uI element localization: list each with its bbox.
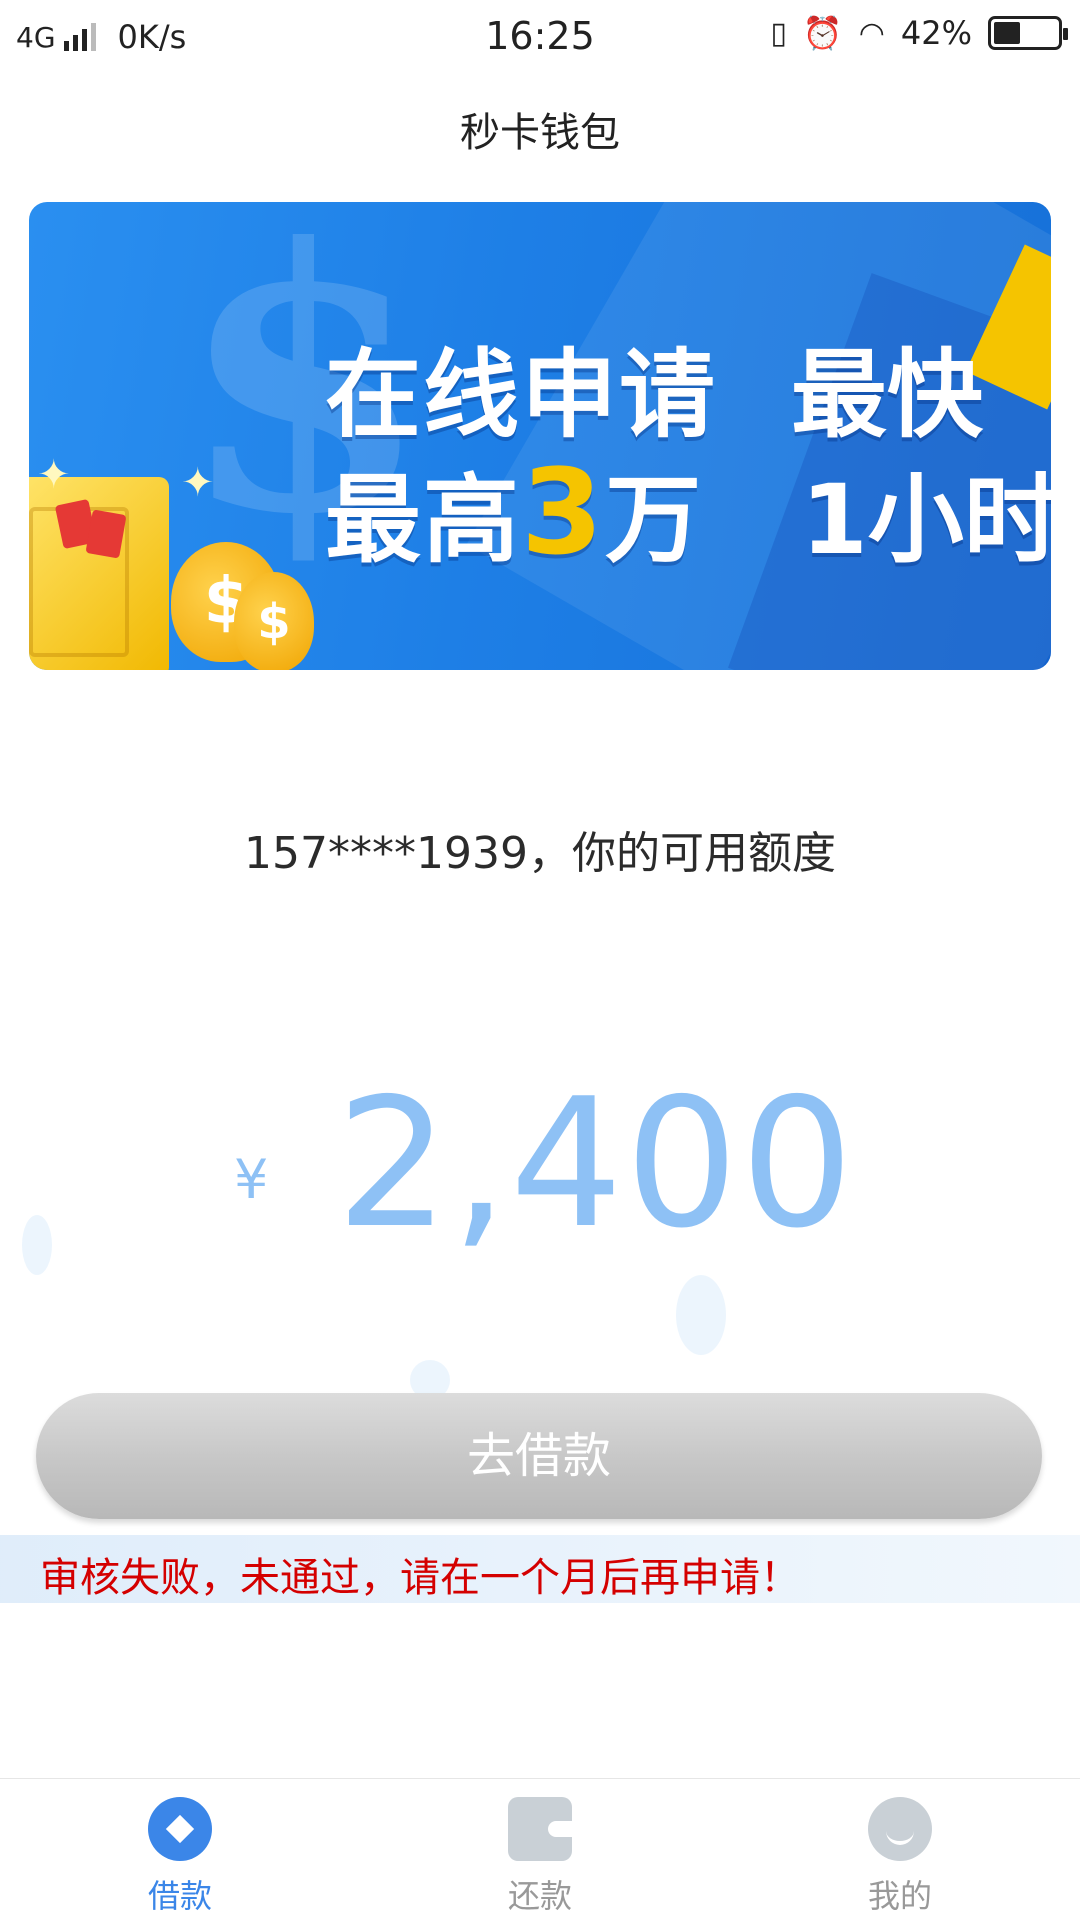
tab-label: 还款 xyxy=(507,1877,572,1915)
credit-label: 157****1939，你的可用额度 xyxy=(244,828,836,879)
alarm-icon: ⏰ xyxy=(802,14,843,52)
tab-repay[interactable]: 还款 xyxy=(360,1779,720,1920)
user-icon xyxy=(868,1797,932,1861)
error-message: 审核失败，未通过，请在一个月后再申请！ xyxy=(40,1555,800,1601)
currency-symbol: ¥ xyxy=(234,1148,269,1211)
money-bag-illustration: $ xyxy=(234,572,314,670)
wifi-icon: ◠ xyxy=(858,15,885,51)
bubble-decoration xyxy=(676,1275,726,1355)
credit-amount: 2,400 xyxy=(336,1060,856,1267)
battery-percent: 42% xyxy=(900,14,972,52)
page-title: 秒卡钱包 xyxy=(460,110,620,156)
borrow-button[interactable]: 去借款 xyxy=(36,1393,1042,1519)
status-bar: 4G 0K/s 16:25 ▯ ⏰ ◠ 42% xyxy=(0,0,1080,76)
banner-subheadline: 最高3万 xyxy=(325,443,704,581)
battery-icon xyxy=(988,16,1068,50)
borrow-icon xyxy=(148,1797,212,1861)
tab-label: 借款 xyxy=(147,1877,212,1915)
safe-illustration xyxy=(29,477,169,670)
credit-amount-area: ¥ 2,400 xyxy=(0,1060,1080,1267)
banner-headline: 在线申请 xyxy=(325,339,717,451)
vibrate-icon: ▯ xyxy=(770,15,787,51)
sparkle-icon: ✦ xyxy=(37,452,71,498)
sparkle-icon: ✦ xyxy=(181,460,215,506)
wallet-icon xyxy=(508,1797,572,1861)
battery-level xyxy=(994,22,1020,44)
promo-banner[interactable]: $ $ $ ✦ ✦ 在线申请 最高3万 最快 1小时到 xyxy=(29,202,1051,670)
tab-mine[interactable]: 我的 xyxy=(720,1779,1080,1920)
tab-label: 我的 xyxy=(867,1877,932,1915)
banner-subheadline-right: 1小时到 xyxy=(801,464,1051,576)
tab-borrow[interactable]: 借款 xyxy=(0,1779,360,1920)
tab-bar: 借款 还款 我的 xyxy=(0,1778,1080,1920)
status-right: ▯ ⏰ ◠ 42% xyxy=(770,14,1068,52)
banner-headline-right: 最快 xyxy=(791,339,983,451)
